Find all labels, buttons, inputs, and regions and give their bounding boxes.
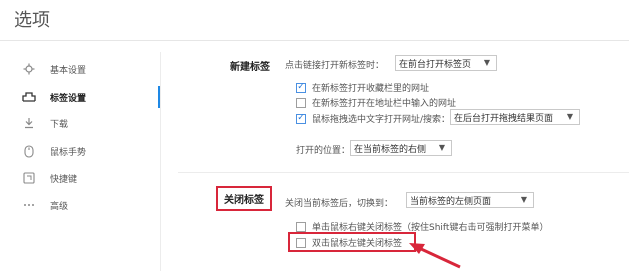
dropdown-caret-icon: ▼ bbox=[438, 143, 445, 152]
option-bookmark-new-tab[interactable]: ✓ 在新标签打开收藏栏里的网址 bbox=[296, 81, 429, 94]
checkbox-label: 在新标签打开收藏栏里的网址 bbox=[312, 84, 430, 94]
mouse-icon bbox=[22, 144, 36, 158]
checkbox-label: 双击鼠标左键关闭标签 bbox=[312, 239, 403, 249]
dropdown-caret-icon: ▼ bbox=[483, 58, 490, 67]
sidebar-item-label: 快捷键 bbox=[50, 174, 78, 185]
click-link-select[interactable]: 在前台打开标签页 ▼ bbox=[395, 55, 497, 71]
download-icon bbox=[22, 116, 36, 130]
sidebar-item-label: 鼠标手势 bbox=[50, 147, 87, 158]
checkbox[interactable] bbox=[296, 237, 306, 248]
page-title: 选项 bbox=[14, 10, 50, 31]
checkbox-label: 在新标签打开在地址栏中输入的网址 bbox=[312, 99, 457, 109]
option-double-click-close[interactable]: 双击鼠标左键关闭标签 bbox=[296, 236, 402, 249]
sidebar-item-mouse-gesture[interactable]: 鼠标手势 bbox=[0, 140, 168, 162]
annotation-arrow-icon bbox=[409, 243, 461, 269]
sidebar-item-label: 基本设置 bbox=[50, 65, 87, 76]
select-value: 在后台打开拖拽结果页面 bbox=[454, 113, 554, 124]
checkbox[interactable]: ✓ bbox=[296, 82, 306, 93]
open-position-select[interactable]: 在当前标签的右侧 ▼ bbox=[350, 140, 452, 156]
sidebar-item-label: 下载 bbox=[50, 119, 69, 130]
dropdown-caret-icon: ▼ bbox=[566, 112, 573, 121]
gear-icon bbox=[22, 62, 36, 76]
sidebar-item-tabs[interactable]: 标签设置 bbox=[0, 86, 168, 108]
sidebar-item-advanced[interactable]: 高级 bbox=[0, 194, 168, 216]
option-address-new-tab[interactable]: 在新标签打开在地址栏中输入的网址 bbox=[296, 96, 456, 109]
sidebar-item-label: 高级 bbox=[50, 201, 69, 212]
dropdown-caret-icon: ▼ bbox=[520, 195, 527, 204]
sidebar-item-shortcut[interactable]: 快捷键 bbox=[0, 167, 168, 189]
select-value: 在前台打开标签页 bbox=[399, 59, 472, 70]
open-position-label: 打开的位置： bbox=[296, 146, 351, 156]
checkbox[interactable] bbox=[296, 221, 306, 232]
sidebar-item-label: 标签设置 bbox=[50, 93, 87, 104]
after-close-select[interactable]: 当前标签的左侧页面 ▼ bbox=[406, 192, 534, 208]
sidebar-item-basic[interactable]: 基本设置 bbox=[0, 58, 168, 80]
checkbox[interactable] bbox=[296, 97, 306, 108]
title-divider bbox=[0, 40, 629, 41]
tab-icon bbox=[22, 90, 36, 104]
drag-result-select[interactable]: 在后台打开拖拽结果页面 ▼ bbox=[450, 109, 580, 125]
after-close-label: 关闭当前标签后，切换到： bbox=[285, 199, 394, 209]
keyboard-icon bbox=[22, 171, 36, 185]
select-value: 在当前标签的右侧 bbox=[354, 144, 427, 155]
checkbox[interactable]: ✓ bbox=[296, 113, 306, 124]
section-label-new-tab: 新建标签 bbox=[230, 62, 270, 73]
section-label-close-tab: 关闭标签 bbox=[216, 186, 272, 211]
select-value: 当前标签的左侧页面 bbox=[410, 196, 492, 207]
sidebar-item-download[interactable]: 下载 bbox=[0, 112, 168, 134]
section-divider bbox=[178, 172, 629, 173]
click-link-label: 点击链接打开新标签时： bbox=[285, 61, 385, 71]
more-icon bbox=[22, 198, 36, 212]
sidebar-separator bbox=[160, 52, 161, 271]
checkbox-label: 鼠标拖拽选中文字打开网址/搜索： bbox=[312, 115, 451, 125]
option-drag-open[interactable]: ✓ 鼠标拖拽选中文字打开网址/搜索： bbox=[296, 112, 450, 125]
